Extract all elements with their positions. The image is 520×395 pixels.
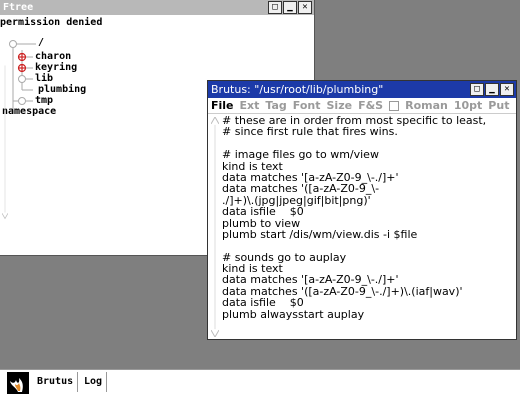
brutus-titlebar[interactable]: Brutus: "/usr/root/lib/plumbing" □ ▁ ✕	[208, 81, 516, 98]
editor-line: # image files go to wm/view	[222, 148, 379, 162]
taskbar-log[interactable]: Log	[80, 372, 108, 392]
minimize-icon[interactable]: ▁	[485, 83, 499, 96]
brutus-menubar: File Ext Tag Font Size F&S Roman 10pt Pu…	[208, 98, 516, 114]
tree-item-tmp[interactable]: tmp	[35, 95, 53, 106]
brutus-title: Brutus: "/usr/root/lib/plumbing"	[211, 83, 384, 96]
tree-item-plumbing[interactable]: plumbing	[38, 84, 86, 95]
tree-item-lib[interactable]: lib	[35, 73, 53, 84]
editor-line: plumb alwaysstart auplay	[222, 307, 365, 321]
menu-tag[interactable]: Tag	[265, 99, 286, 112]
tree-item-keyring[interactable]: keyring	[35, 62, 77, 73]
menu-file[interactable]: File	[211, 99, 234, 112]
menu-size[interactable]: Size	[327, 99, 353, 112]
menu-roman[interactable]: Roman	[405, 99, 448, 112]
editor-line: # since first rule that fires wins.	[222, 125, 398, 139]
menu-10pt[interactable]: 10pt	[454, 99, 482, 112]
tree-root[interactable]: /	[38, 37, 44, 48]
editor-line: data isfile $0	[222, 296, 304, 310]
editor-line: plumb start /dis/wm/view.dis -i $file	[222, 227, 418, 241]
minimize-icon[interactable]: ▁	[283, 1, 297, 14]
brutus-window[interactable]: Brutus: "/usr/root/lib/plumbing" □ ▁ ✕ F…	[207, 80, 517, 340]
menu-put[interactable]: Put	[488, 99, 509, 112]
editor-line: data isfile $0	[222, 205, 304, 219]
maximize-icon[interactable]: □	[470, 83, 484, 96]
inferno-logo-icon[interactable]	[7, 372, 29, 394]
editor-text[interactable]: # these are in order from most specific …	[222, 115, 512, 339]
close-icon[interactable]: ✕	[500, 83, 514, 96]
fs-checkbox[interactable]	[389, 100, 400, 111]
tree-item-charon[interactable]: charon	[35, 51, 71, 62]
close-icon[interactable]: ✕	[298, 1, 312, 14]
tree-item-namespace[interactable]: namespace	[2, 106, 56, 117]
menu-ext[interactable]: Ext	[240, 99, 260, 112]
taskbar: Brutus Log	[0, 369, 520, 395]
taskbar-brutus[interactable]: Brutus	[33, 372, 79, 392]
menu-font[interactable]: Font	[293, 99, 321, 112]
ftree-scrollbar[interactable]	[2, 34, 8, 244]
menu-fs[interactable]: F&S	[358, 99, 383, 112]
maximize-icon[interactable]: □	[268, 1, 282, 14]
editor-scrollbar[interactable]	[211, 117, 219, 337]
